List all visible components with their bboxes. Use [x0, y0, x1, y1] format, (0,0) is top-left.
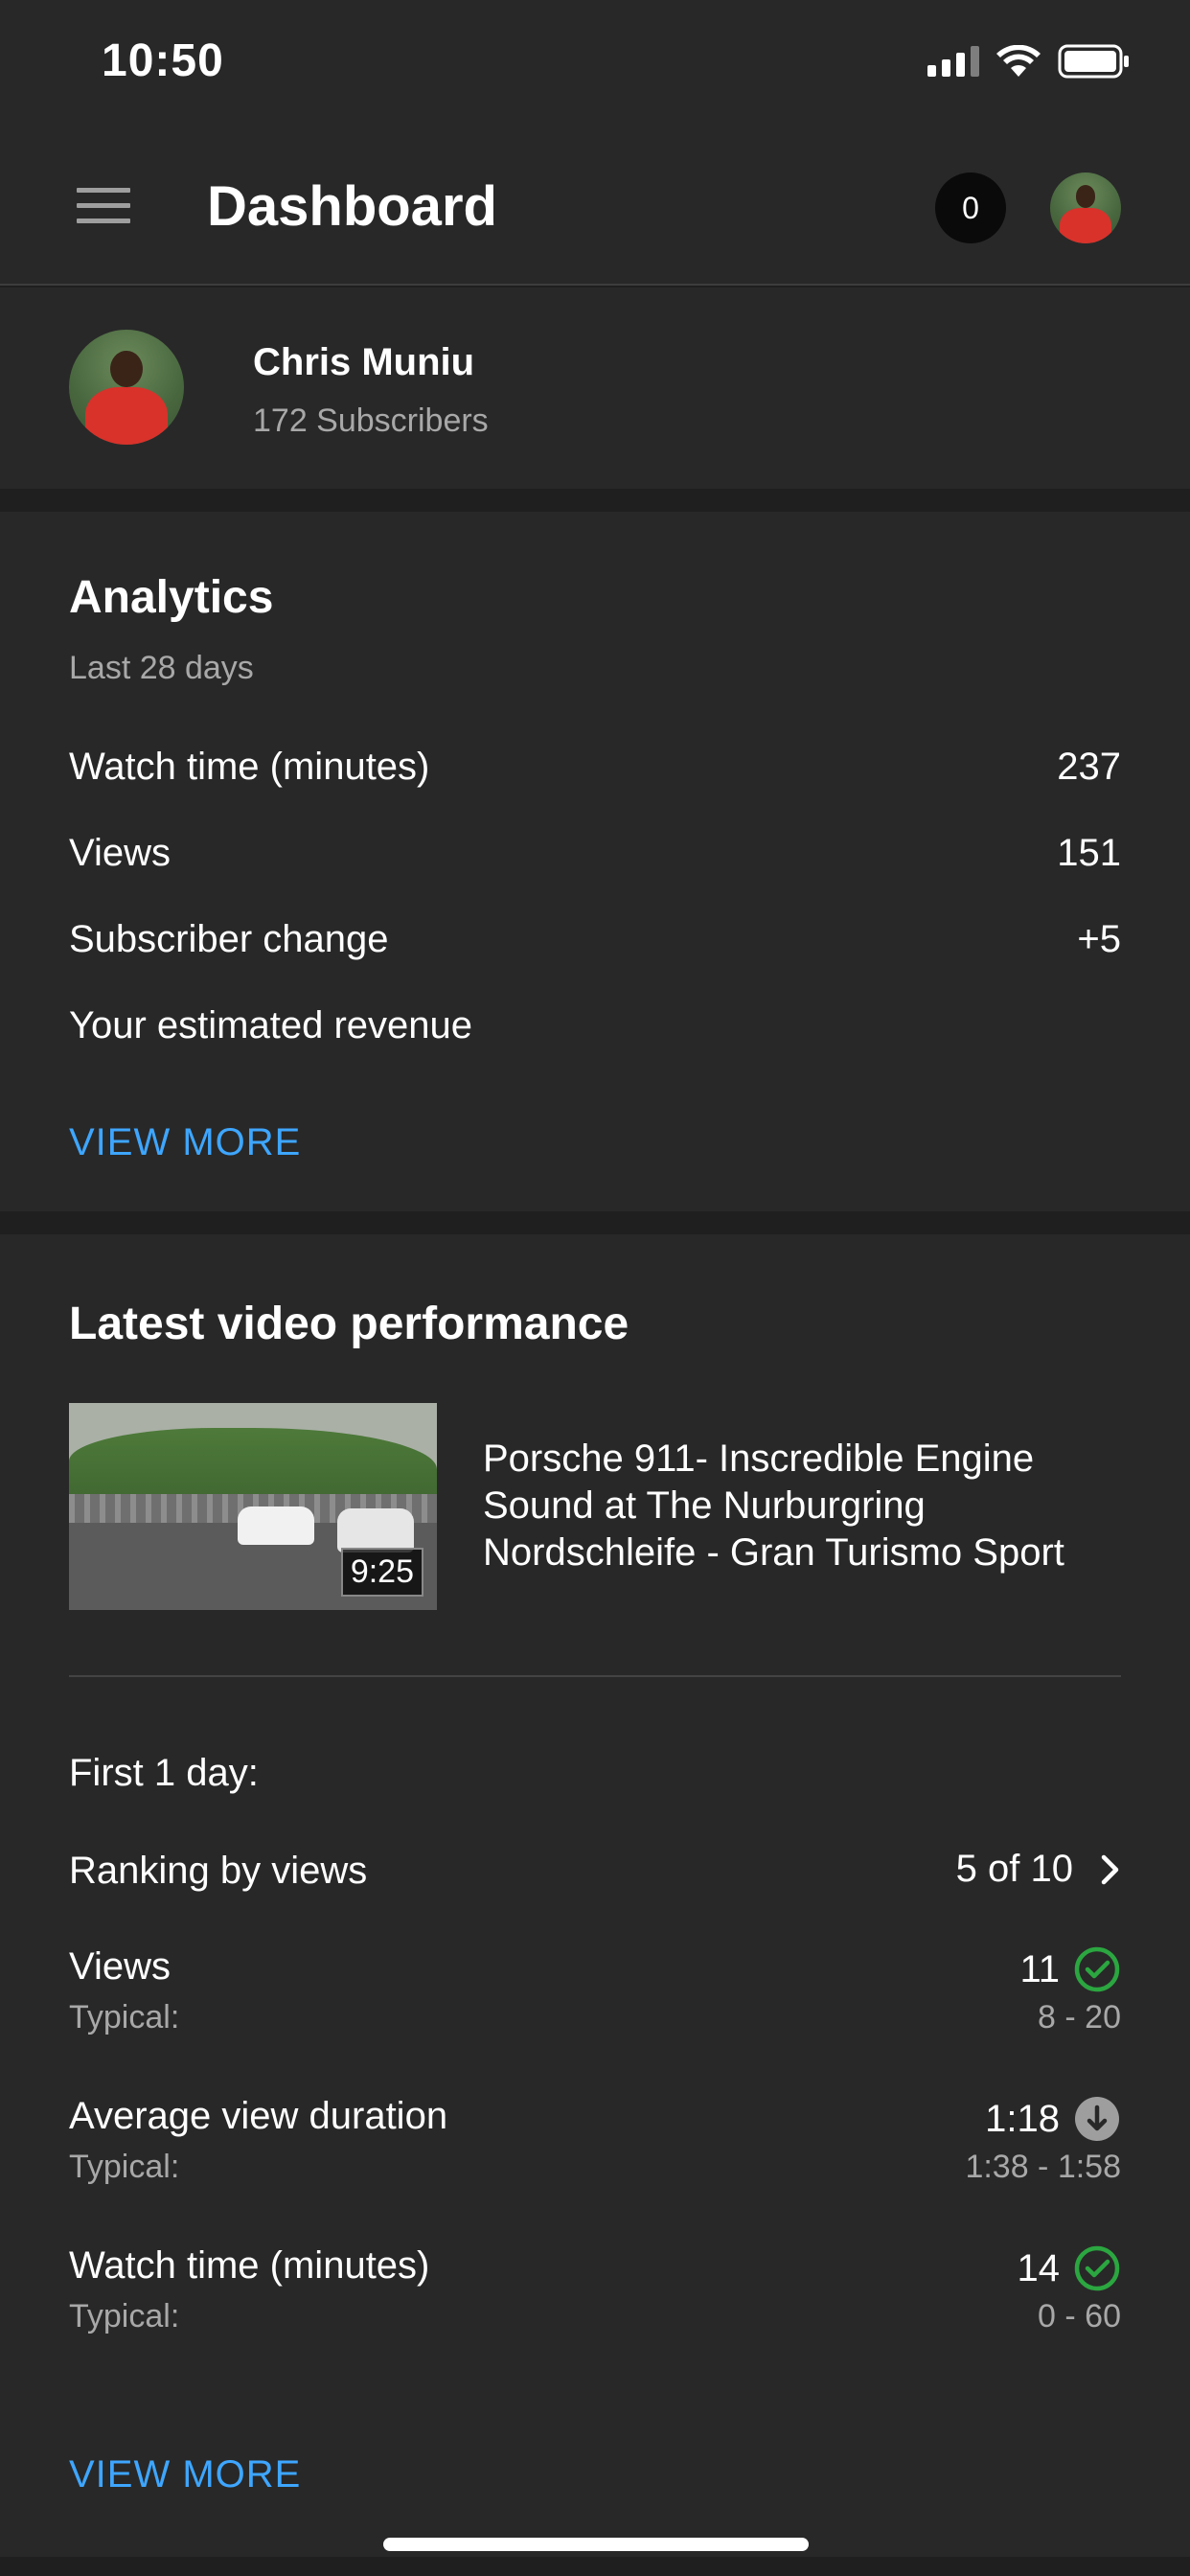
video-title[interactable]: Porsche 911- Inscredible Engine Sound at…: [483, 1436, 1134, 1576]
analytics-row-revenue: Your estimated revenue: [69, 997, 1121, 1054]
hamburger-menu-icon[interactable]: [77, 188, 130, 226]
analytics-period: Last 28 days: [69, 650, 254, 686]
notification-badge[interactable]: 0: [935, 172, 1006, 243]
perf-label: Watch time (minutes): [69, 2244, 430, 2287]
app-bar: Dashboard 0: [0, 134, 1190, 286]
video-thumbnail[interactable]: 9:25: [69, 1403, 437, 1610]
wifi-icon: [996, 45, 1041, 78]
analytics-title: Analytics: [69, 572, 274, 623]
check-circle-icon: [1074, 1946, 1120, 1992]
video-duration: 9:25: [340, 1548, 423, 1597]
metric-value: 237: [1057, 745, 1121, 788]
period-label: First 1 day:: [69, 1752, 259, 1794]
latest-video-view-more-button[interactable]: VIEW MORE: [69, 2453, 301, 2496]
ranking-label: Ranking by views: [69, 1850, 368, 1892]
perf-value: 1:18: [985, 2097, 1060, 2140]
subscriber-count: 172 Subscribers: [253, 402, 489, 439]
analytics-row-subscriber-change: Subscriber change +5: [69, 910, 1121, 968]
typical-range: 1:38 - 1:58: [965, 2149, 1121, 2185]
perf-metric-watch-time: Watch time (minutes) Typical: 14 0 - 60: [69, 2244, 1121, 2340]
chevron-right-icon: [1101, 1854, 1119, 1884]
typical-range: 8 - 20: [1038, 1999, 1121, 2036]
ranking-value: 5 of 10: [955, 1848, 1073, 1890]
ranking-value-group: 5 of 10: [956, 1848, 1121, 1891]
metric-value: 151: [1057, 831, 1121, 874]
perf-label: Views: [69, 1945, 171, 1988]
signal-icon: [927, 46, 979, 77]
analytics-row-views: Views 151: [69, 824, 1121, 882]
channel-name: Chris Muniu: [253, 341, 475, 383]
typical-label: Typical:: [69, 2149, 180, 2185]
status-icons: [927, 44, 1131, 79]
perf-metric-avg-view-duration: Average view duration Typical: 1:18 1:38…: [69, 2095, 1121, 2191]
perf-value-group: 11: [1019, 1945, 1121, 1993]
home-indicator[interactable]: [383, 2538, 809, 2551]
arrow-down-circle-icon: [1075, 2097, 1119, 2141]
typical-label: Typical:: [69, 1999, 180, 2036]
metric-label: Watch time (minutes): [69, 745, 430, 788]
status-time: 10:50: [102, 35, 224, 86]
channel-avatar: [69, 330, 184, 445]
avatar-image: [1050, 172, 1121, 243]
perf-value: 14: [1017, 2246, 1061, 2289]
check-circle-icon: [1074, 2245, 1120, 2291]
car-image: [238, 1506, 314, 1545]
perf-metric-views: Views Typical: 11 8 - 20: [69, 1945, 1121, 2041]
analytics-card: Analytics Last 28 days Watch time (minut…: [0, 512, 1190, 1211]
page-title: Dashboard: [207, 175, 497, 238]
typical-label: Typical:: [69, 2298, 180, 2334]
ranking-row[interactable]: Ranking by views 5 of 10: [69, 1848, 1121, 1905]
divider: [69, 1675, 1121, 1677]
perf-value-group: 1:18: [985, 2095, 1121, 2143]
status-bar: 10:50: [0, 0, 1190, 134]
perf-label: Average view duration: [69, 2095, 448, 2137]
typical-range: 0 - 60: [1038, 2298, 1121, 2334]
analytics-row-watch-time: Watch time (minutes) 237: [69, 738, 1121, 795]
car-image: [337, 1508, 414, 1552]
perf-value-group: 14: [1018, 2244, 1122, 2292]
channel-header[interactable]: Chris Muniu 172 Subscribers: [0, 288, 1190, 489]
analytics-view-more-button[interactable]: VIEW MORE: [69, 1121, 301, 1164]
metric-label: Subscriber change: [69, 917, 389, 960]
metric-label: Views: [69, 831, 171, 874]
metric-label: Your estimated revenue: [69, 1003, 473, 1046]
avatar-image: [69, 330, 184, 445]
account-avatar[interactable]: [1050, 172, 1121, 243]
latest-video-title: Latest video performance: [69, 1299, 629, 1349]
metric-value: +5: [1077, 917, 1121, 960]
battery-icon: [1058, 44, 1131, 79]
perf-value: 11: [1019, 1947, 1060, 1990]
